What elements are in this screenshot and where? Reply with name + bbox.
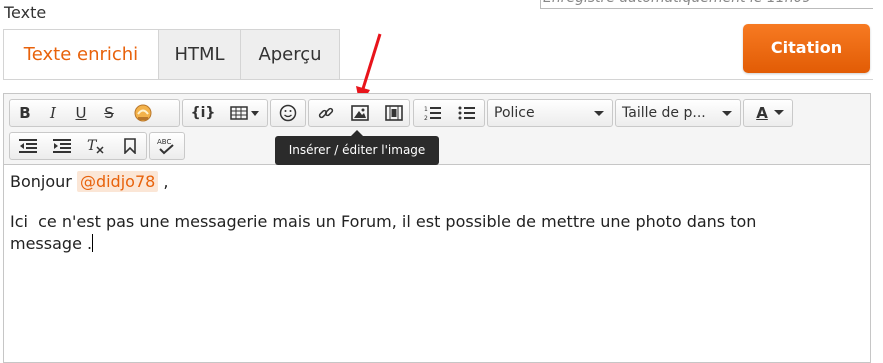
greeting-text: Bonjour [10,172,72,191]
rich-text-editor[interactable]: B I U S {i} 1 2 Police Taille de p... A … [3,93,871,363]
ordered-list-icon[interactable]: 12 [419,100,447,126]
emoji-group [270,99,306,127]
text-color-button[interactable]: A [744,100,792,126]
table-icon[interactable] [223,100,267,126]
indent-icon[interactable] [48,133,76,159]
editor-content[interactable]: Bonjour @didjo78 , Ici ce n'est pas une … [4,165,870,261]
citation-button[interactable]: Citation [743,24,870,73]
bullet-list-icon[interactable] [453,100,481,126]
tab-html[interactable]: HTML [158,29,241,79]
strikethrough-icon[interactable]: S [95,100,123,126]
message-line-1: Bonjour @didjo78 , [10,171,864,193]
image-icon[interactable] [346,100,374,126]
bold-icon[interactable]: B [11,100,39,126]
italic-icon[interactable]: I [39,100,67,126]
underline-icon[interactable]: U [67,100,95,126]
spellcheck-group: ABC [149,132,185,160]
chevron-down-icon [774,110,784,115]
message-line-2: Ici ce n'est pas une messagerie mais un … [10,212,757,231]
media-group [308,99,410,127]
link-icon[interactable] [312,100,340,126]
svg-text:1: 1 [424,106,428,113]
format-group: B I U S [9,99,180,127]
code-icon[interactable]: {i} [184,100,222,126]
section-label: Texte [4,3,47,22]
autosave-status: Enregistré automatiquement le 11h09 [540,0,873,9]
user-mention[interactable]: @didjo78 [76,171,159,192]
font-size-value: Taille de p... [622,105,706,121]
comma-text: , [163,172,169,191]
spellcheck-icon[interactable]: ABC [153,133,181,159]
tab-rich-text[interactable]: Texte enrichi [3,29,159,80]
clear-format-icon[interactable]: T [82,133,110,159]
chevron-down-icon [722,111,732,116]
spoiler-icon[interactable] [123,100,163,126]
svg-text:ABC: ABC [157,138,171,146]
font-family-select[interactable]: Police [487,99,613,127]
video-icon[interactable] [380,100,408,126]
indent-group: T [9,132,147,160]
bookmark-icon[interactable] [116,133,144,159]
font-family-value: Police [494,105,535,121]
insert-group: {i} [182,99,268,127]
text-color-icon: A [756,104,768,122]
font-size-select[interactable]: Taille de p... [615,99,741,127]
tooltip: Insérer / éditer l'image [275,130,439,165]
message-line-3: message . [10,233,864,255]
text-color-group: A [743,99,793,127]
text-caret [92,234,94,252]
list-group: 12 [413,99,485,127]
outdent-icon[interactable] [14,133,42,159]
svg-text:T: T [87,138,98,154]
message-line-3-text: message . [10,234,93,253]
chevron-down-icon [594,111,604,116]
tabs-divider [3,79,873,80]
svg-text:2: 2 [424,115,428,121]
tab-preview[interactable]: Aperçu [240,29,340,79]
emoji-icon[interactable] [274,100,302,126]
